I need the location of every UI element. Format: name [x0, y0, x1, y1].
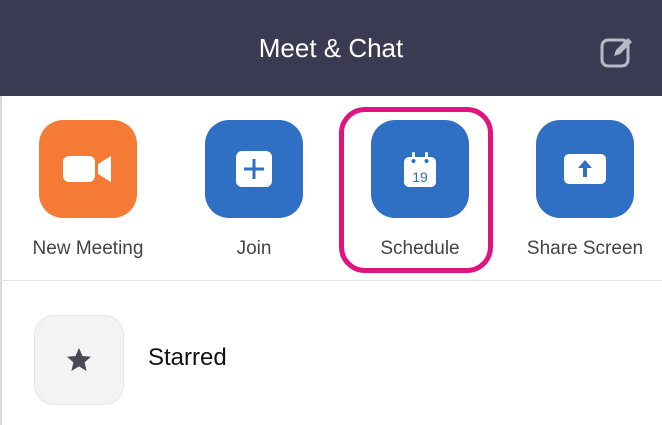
schedule-label: Schedule [380, 238, 460, 259]
schedule-action[interactable]: 19 Schedule [335, 120, 505, 270]
join-label: Join [236, 238, 272, 259]
join-tile[interactable] [205, 120, 303, 218]
new-meeting-tile[interactable] [39, 120, 137, 218]
plus-icon [236, 151, 272, 187]
new-meeting-label: New Meeting [32, 238, 144, 259]
share-screen-label: Share Screen [526, 238, 644, 259]
share-screen-icon [564, 154, 606, 184]
starred-tile[interactable] [34, 315, 124, 405]
join-action[interactable]: Join [169, 120, 339, 270]
starred-row[interactable]: Starred [0, 300, 662, 410]
compose-icon[interactable] [598, 32, 638, 72]
video-camera-icon [63, 156, 111, 182]
share-screen-action[interactable]: Share Screen [500, 120, 662, 270]
starred-label: Starred [148, 344, 227, 371]
share-screen-tile[interactable] [536, 120, 634, 218]
calendar-icon: 19 [404, 152, 436, 187]
page-title: Meet & Chat [258, 32, 404, 63]
action-row: New Meeting Join 19 Schedule Share Scree… [0, 96, 662, 282]
schedule-tile[interactable]: 19 [371, 120, 469, 218]
new-meeting-action[interactable]: New Meeting [3, 120, 173, 270]
star-icon [67, 348, 91, 371]
divider [0, 280, 662, 281]
app-header: Meet & Chat [0, 0, 662, 96]
calendar-day: 19 [412, 169, 428, 185]
